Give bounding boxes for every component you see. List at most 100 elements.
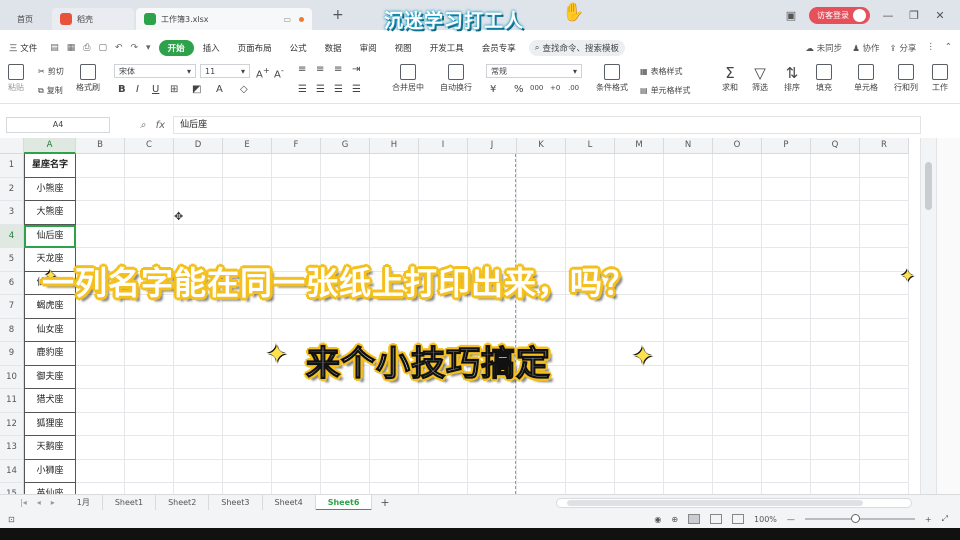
cell[interactable] [272,459,321,483]
menu-page-layout[interactable]: 页面布局 [229,42,281,54]
conditional-format-button[interactable]: 条件格式 [596,64,628,93]
column-header[interactable]: R [860,138,909,154]
print-icon[interactable]: ⎙ [83,43,90,53]
cell[interactable] [566,342,615,366]
cell[interactable] [76,483,125,494]
cell[interactable] [370,389,419,413]
cell[interactable] [664,412,713,436]
split-icon[interactable]: ⊕ [671,515,678,524]
cell[interactable] [811,224,860,248]
cell[interactable] [321,483,370,494]
cell[interactable] [860,224,909,248]
cell[interactable] [468,177,517,201]
cell[interactable] [272,154,321,178]
cell[interactable] [713,271,762,295]
cell[interactable] [468,224,517,248]
cell[interactable] [76,318,125,342]
row-header[interactable]: 15 [0,483,24,494]
cell[interactable] [713,342,762,366]
collab-button[interactable]: ♟ 协作 [852,42,879,54]
decrease-decimal-icon[interactable]: .00 [568,84,579,92]
new-tab-button[interactable]: + [332,7,344,23]
cell[interactable] [713,177,762,201]
row-header[interactable]: 14 [0,459,24,483]
number-format-select[interactable]: 常规 ▾ [486,64,582,78]
cell[interactable] [125,365,174,389]
cell[interactable] [125,318,174,342]
cell[interactable] [272,412,321,436]
auto-wrap-button[interactable]: 自动换行 [440,64,472,93]
cell[interactable]: 仙后座 [24,224,76,248]
row-header[interactable]: 6 [0,271,24,295]
cell[interactable] [762,248,811,272]
cell[interactable] [468,154,517,178]
undo-icon[interactable]: ↶ [115,43,123,53]
cell[interactable] [762,201,811,225]
cell[interactable]: 狐狸座 [24,412,76,436]
cell[interactable] [664,365,713,389]
cell[interactable] [76,177,125,201]
cell[interactable] [419,459,468,483]
filter-button[interactable]: ▽ 筛选 [752,64,768,93]
cell[interactable] [517,459,566,483]
cell[interactable] [566,459,615,483]
cell[interactable] [713,295,762,319]
cell[interactable] [370,412,419,436]
cell[interactable] [860,295,909,319]
cell[interactable] [762,342,811,366]
column-header[interactable]: K [517,138,566,154]
cell[interactable] [76,436,125,460]
cell[interactable]: 御夫座 [24,365,76,389]
indent-icon[interactable]: ⇥ [352,64,360,75]
column-header[interactable]: N [664,138,713,154]
cell[interactable] [517,201,566,225]
column-header[interactable]: F [272,138,321,154]
cell[interactable] [664,342,713,366]
cell[interactable] [762,436,811,460]
name-box[interactable]: A4 [6,117,110,133]
cell[interactable] [713,412,762,436]
cell[interactable] [566,483,615,494]
vertical-scroll-thumb[interactable] [925,162,932,210]
cell-style-button[interactable]: ▤ 单元格样式 [640,85,691,96]
cell[interactable]: 仙女座 [24,318,76,342]
cell[interactable] [566,201,615,225]
cell[interactable] [76,412,125,436]
tab-daoke[interactable]: 稻壳 [52,8,134,30]
row-header[interactable]: 8 [0,318,24,342]
cell[interactable] [370,483,419,494]
cell[interactable] [664,177,713,201]
share-button[interactable]: ⇪ 分享 [890,42,917,54]
close-icon[interactable]: ✕ [932,9,948,22]
increase-decimal-icon[interactable]: +0 [550,84,560,92]
cell[interactable] [713,459,762,483]
cell[interactable] [174,318,223,342]
justify-icon[interactable]: ☰ [352,84,361,95]
cell[interactable] [125,177,174,201]
cell[interactable] [566,318,615,342]
cell[interactable]: 星座名字 [24,154,76,178]
sort-button[interactable]: ⇅ 排序 [784,64,800,93]
cell[interactable]: 猎犬座 [24,389,76,413]
cell[interactable] [664,318,713,342]
cell[interactable] [468,201,517,225]
cut-button[interactable]: ✂ 剪切 [38,66,64,77]
cell[interactable] [615,436,664,460]
column-header[interactable]: P [762,138,811,154]
cell[interactable] [125,342,174,366]
cell[interactable] [419,201,468,225]
cell[interactable] [811,365,860,389]
cell[interactable] [811,412,860,436]
cell[interactable] [811,483,860,494]
horizontal-scrollbar[interactable] [556,498,912,508]
cell[interactable] [76,389,125,413]
cell[interactable] [664,201,713,225]
menu-view[interactable]: 视图 [386,42,421,54]
cell[interactable] [174,483,223,494]
cell[interactable] [76,201,125,225]
cell[interactable] [762,412,811,436]
border-icon[interactable]: ⊞ [170,84,178,95]
cell[interactable] [223,412,272,436]
cell[interactable] [811,295,860,319]
save-icon[interactable]: ▦ [67,43,76,53]
